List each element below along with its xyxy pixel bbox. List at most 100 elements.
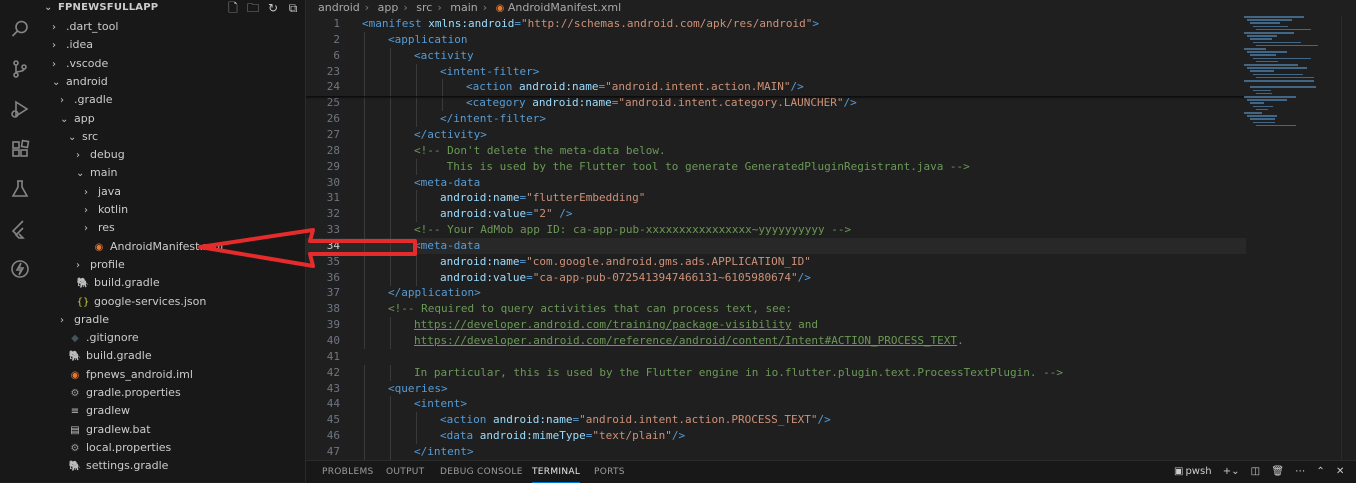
code-line[interactable]: 27 </activity> (306, 126, 1246, 143)
chevron-down-icon[interactable]: ⌄ (44, 2, 52, 13)
code-line[interactable]: 37 </application> (306, 285, 1246, 302)
tree-file[interactable]: ⚙ gradle.properties (40, 384, 305, 402)
tree-file[interactable]: 🐘 build.gradle (40, 274, 305, 292)
refresh-icon[interactable]: ↻ (266, 1, 280, 15)
editor-scrollbar[interactable] (1341, 16, 1354, 460)
code-line[interactable]: 2 <application (306, 31, 1246, 48)
add-terminal-icon[interactable]: +⌄ (1223, 461, 1240, 483)
search-icon[interactable] (0, 12, 40, 46)
code-line[interactable]: 32 android:value="2" /> (306, 206, 1246, 223)
code-line[interactable]: 28 <!-- Don't delete the meta-data below. (306, 142, 1246, 159)
tree-item-label: main (90, 166, 118, 180)
flutter-icon[interactable] (0, 212, 40, 246)
code-line[interactable]: 24 <action android:name="android.intent.a… (306, 79, 1246, 96)
breadcrumb-item[interactable]: AndroidManifest.xml (508, 1, 621, 14)
close-icon[interactable]: ✕ (1336, 461, 1344, 483)
more-icon[interactable]: ⋯ (1295, 461, 1305, 483)
code-token[interactable]: https://developer.android.com/reference/… (414, 334, 957, 347)
breadcrumb-item[interactable]: src (416, 1, 432, 14)
code-line[interactable]: 41 (306, 349, 1246, 365)
code-token: android:mimeType (479, 429, 586, 443)
line-number: 28 (326, 143, 340, 157)
tree-file[interactable]: {} google-services.json (40, 293, 305, 311)
tree-folder[interactable]: › profile (40, 256, 305, 274)
tree-folder[interactable]: › gradle (40, 311, 305, 329)
code-token: <activity (414, 48, 474, 62)
tree-file[interactable]: ⚙ local.properties (40, 439, 305, 457)
code-line[interactable]: 40 https://developer.android.com/referenc… (306, 333, 1246, 349)
tree-file[interactable]: ≡ gradlew (40, 402, 305, 420)
tree-folder[interactable]: ⌄ android (40, 73, 305, 91)
code-token: "android.intent.action.PROCESS_TEXT" (579, 413, 818, 427)
tree-file[interactable]: ◆ .gitignore (40, 329, 305, 347)
source-control-icon[interactable] (0, 52, 40, 86)
code-line[interactable]: 46 <data android:mimeType="text/plain"/> (306, 428, 1246, 445)
code-line[interactable]: 35 android:name="com.google.android.gms.a… (306, 253, 1246, 270)
testing-icon[interactable] (0, 172, 40, 206)
code-line[interactable]: 39 https://developer.android.com/training… (306, 317, 1246, 334)
code-line[interactable]: 29 This is used by the Flutter tool to g… (306, 158, 1246, 175)
code-token[interactable]: https://developer.android.com/training/p… (414, 318, 792, 331)
terminal-name[interactable]: pwsh (1185, 461, 1211, 483)
tree-file[interactable]: ◉ AndroidManifest.xml (40, 238, 305, 256)
code-line[interactable]: 45 <action android:name="android.intent.a… (306, 412, 1246, 429)
tree-folder[interactable]: › kotlin (40, 201, 305, 219)
tree-file[interactable]: ◉ fpnews_android.iml (40, 366, 305, 384)
indent-guide (390, 443, 391, 460)
minimap-line (1250, 22, 1280, 24)
code-line[interactable]: 43 <queries> (306, 380, 1246, 397)
code-line[interactable]: 1 <manifest xmlns:android="http://schemas… (306, 16, 1246, 32)
code-line[interactable]: 31 android:name="flutterEmbedding" (306, 190, 1246, 207)
split-terminal-icon[interactable]: ◫ (1251, 461, 1260, 483)
tree-file[interactable]: ▤ gradlew.bat (40, 421, 305, 439)
minimap-line (1247, 35, 1277, 37)
tree-folder[interactable]: › java (40, 183, 305, 201)
code-line[interactable]: 44 <intent> (306, 396, 1246, 413)
run-debug-icon[interactable] (0, 92, 40, 126)
line-number: 43 (326, 381, 340, 395)
tree-folder[interactable]: ⌄ app (40, 110, 305, 128)
code-line[interactable]: 38 <!-- Required to query activities that… (306, 301, 1246, 318)
trash-icon[interactable]: 🗑 (1271, 461, 1284, 483)
tab-ports[interactable]: PORTS (594, 461, 625, 483)
code-line[interactable]: 42 In particular, this is used by the Flu… (306, 364, 1246, 381)
minimap[interactable] (1236, 16, 1336, 136)
tab-terminal[interactable]: TERMINAL (532, 461, 581, 483)
indent-guide (416, 206, 417, 223)
tree-folder[interactable]: › .vscode (40, 55, 305, 73)
maximize-panel-icon[interactable]: ⌃ (1316, 461, 1324, 483)
code-token: <action (466, 80, 519, 94)
indent-guide (390, 222, 391, 239)
tree-folder[interactable]: › .idea (40, 36, 305, 54)
code-line[interactable]: 30 <meta-data (306, 174, 1246, 191)
breadcrumb-item[interactable]: app (378, 1, 399, 14)
tree-folder[interactable]: ⌄ src (40, 128, 305, 146)
code-line[interactable]: 26 </intent-filter> (306, 111, 1246, 128)
tab-debug-console[interactable]: DEBUG CONSOLE (440, 461, 523, 483)
collapse-all-icon[interactable]: ⧉ (286, 1, 300, 15)
tree-file[interactable]: 🐘 build.gradle (40, 347, 305, 365)
code-line[interactable]: 23 <intent-filter> (306, 63, 1246, 80)
tab-problems[interactable]: PROBLEMS (322, 461, 374, 483)
indent-guide (416, 190, 417, 207)
lightning-icon[interactable] (0, 252, 40, 286)
code-line[interactable]: 33 <!-- Your AdMob app ID: ca-app-pub-xxx… (306, 222, 1246, 239)
breadcrumb-item[interactable]: android (318, 1, 360, 14)
code-line[interactable]: 6 <activity (306, 47, 1246, 64)
tree-folder[interactable]: › res (40, 219, 305, 237)
tree-file[interactable]: 🐘 settings.gradle (40, 457, 305, 475)
tab-output[interactable]: OUTPUT (386, 461, 424, 483)
new-file-icon[interactable]: 🗋 (226, 1, 240, 15)
new-folder-icon[interactable]: 🗀 (246, 1, 260, 15)
explorer-header[interactable]: ⌄ FPNEWSFULLAPP 🗋 🗀 ↻ ⧉ (40, 0, 305, 18)
minimap-line (1256, 60, 1278, 63)
tree-folder[interactable]: › .gradle (40, 91, 305, 109)
breadcrumb-item[interactable]: main (450, 1, 477, 14)
extensions-icon[interactable] (0, 132, 40, 166)
tree-folder[interactable]: ⌄ main (40, 164, 305, 182)
tree-folder[interactable]: › debug (40, 146, 305, 164)
code-line[interactable]: 47 </intent> (306, 443, 1246, 460)
code-line[interactable]: 36 android:value="ca-app-pub-072541394746… (306, 269, 1246, 286)
tree-folder[interactable]: › .dart_tool (40, 18, 305, 36)
code-line[interactable]: 34 <meta-data (306, 237, 1246, 254)
